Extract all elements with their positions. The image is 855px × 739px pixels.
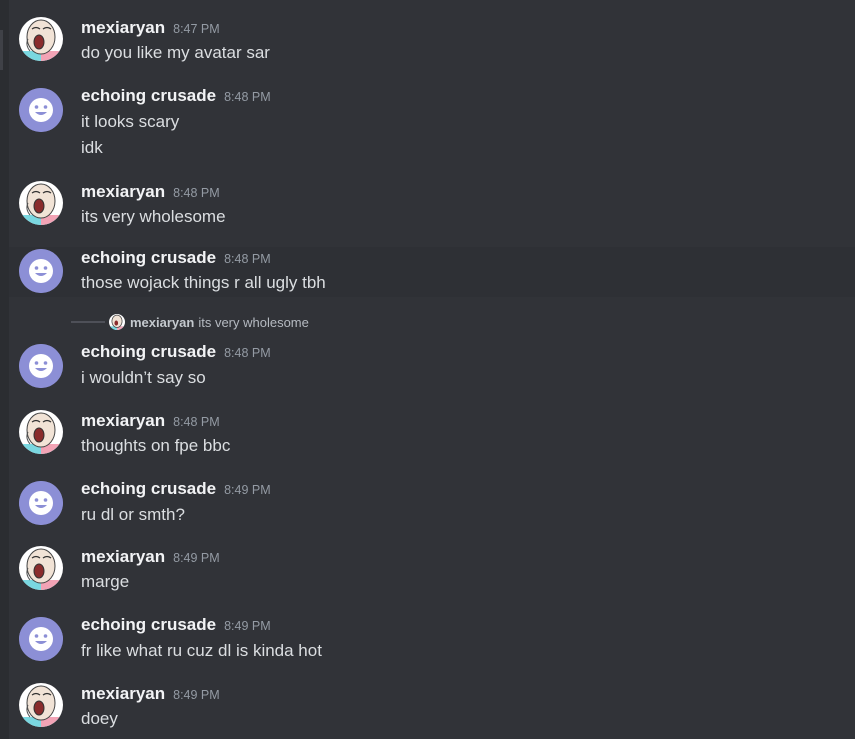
message-text: marge [81, 572, 130, 591]
message[interactable]: mexiaryan 8:49 PM doey [9, 676, 855, 739]
smiley-avatar-icon[interactable] [19, 481, 63, 525]
left-edge-strip [0, 0, 9, 739]
wojak-avatar-icon[interactable] [19, 683, 63, 727]
username[interactable]: echoing crusade 8:48 PM [81, 342, 271, 362]
username[interactable]: echoing crusade 8:49 PM [81, 615, 271, 635]
reply-username[interactable]: mexiaryan [130, 315, 194, 330]
scroll-nub[interactable] [0, 30, 3, 70]
message[interactable]: mexiaryan 8:49 PM marge [9, 539, 855, 599]
smiley-avatar-icon[interactable] [19, 249, 63, 293]
username[interactable]: mexiaryan 8:48 PM [81, 411, 220, 431]
reply-reference[interactable]: mexiaryan its very wholesome [71, 313, 309, 331]
username-text[interactable]: echoing crusade [81, 248, 216, 267]
message[interactable]: echoing crusade 8:48 PM those wojack thin… [9, 247, 855, 297]
message-text: idk [81, 138, 103, 157]
timestamp: 8:48 PM [224, 252, 271, 266]
timestamp: 8:48 PM [224, 90, 271, 104]
timestamp: 8:48 PM [224, 346, 271, 360]
username[interactable]: mexiaryan 8:48 PM [81, 182, 220, 202]
username-text[interactable]: mexiaryan [81, 18, 165, 37]
message[interactable]: echoing crusade 8:49 PM ru dl or smth? [9, 471, 855, 531]
wojak-avatar-icon[interactable] [19, 410, 63, 454]
reply-text[interactable]: its very wholesome [198, 315, 309, 330]
username[interactable]: mexiaryan 8:47 PM [81, 18, 220, 38]
username-text[interactable]: echoing crusade [81, 86, 216, 105]
username-text[interactable]: mexiaryan [81, 411, 165, 430]
smiley-avatar-icon[interactable] [19, 88, 63, 132]
message[interactable]: echoing crusade 8:48 PM i wouldn’t say so [9, 334, 855, 394]
username[interactable]: mexiaryan 8:49 PM [81, 547, 220, 567]
username[interactable]: echoing crusade 8:48 PM [81, 248, 271, 268]
message-text: fr like what ru cuz dl is kinda hot [81, 641, 322, 660]
username-text[interactable]: mexiaryan [81, 547, 165, 566]
username[interactable]: mexiaryan 8:49 PM [81, 684, 220, 704]
timestamp: 8:49 PM [224, 619, 271, 633]
message-list: mexiaryan 8:47 PM do you like my avatar s… [9, 0, 855, 739]
message[interactable]: echoing crusade 8:48 PM it looks scary id… [9, 78, 855, 168]
timestamp: 8:47 PM [173, 22, 220, 36]
smiley-avatar-icon[interactable] [19, 344, 63, 388]
message-text: ru dl or smth? [81, 505, 185, 524]
wojak-avatar-icon [109, 314, 125, 330]
message-text: doey [81, 709, 118, 728]
username[interactable]: echoing crusade 8:48 PM [81, 86, 271, 106]
message[interactable]: echoing crusade 8:49 PM fr like what ru c… [9, 607, 855, 667]
reply-spine [71, 321, 105, 331]
username-text[interactable]: mexiaryan [81, 684, 165, 703]
message[interactable]: mexiaryan 8:47 PM do you like my avatar s… [9, 10, 855, 70]
smiley-avatar-icon[interactable] [19, 617, 63, 661]
message-text: those wojack things r all ugly tbh [81, 273, 326, 292]
timestamp: 8:49 PM [224, 483, 271, 497]
wojak-avatar-icon[interactable] [19, 181, 63, 225]
chat-window: mexiaryan 8:47 PM do you like my avatar s… [0, 0, 855, 739]
message[interactable]: mexiaryan 8:48 PM its very wholesome [9, 174, 855, 234]
username-text[interactable]: echoing crusade [81, 615, 216, 634]
wojak-avatar-icon[interactable] [19, 17, 63, 61]
message-text: thoughts on fpe bbc [81, 436, 231, 455]
username-text[interactable]: echoing crusade [81, 479, 216, 498]
timestamp: 8:49 PM [173, 688, 220, 702]
timestamp: 8:48 PM [173, 415, 220, 429]
timestamp: 8:49 PM [173, 551, 220, 565]
timestamp: 8:48 PM [173, 186, 220, 200]
username-text[interactable]: mexiaryan [81, 182, 165, 201]
message-text: i wouldn’t say so [81, 368, 206, 387]
message-text: do you like my avatar sar [81, 43, 270, 62]
message-text: its very wholesome [81, 207, 226, 226]
username-text[interactable]: echoing crusade [81, 342, 216, 361]
wojak-avatar-icon[interactable] [19, 546, 63, 590]
message[interactable]: mexiaryan 8:48 PM thoughts on fpe bbc [9, 403, 855, 463]
username[interactable]: echoing crusade 8:49 PM [81, 479, 271, 499]
message-text: it looks scary [81, 112, 180, 131]
